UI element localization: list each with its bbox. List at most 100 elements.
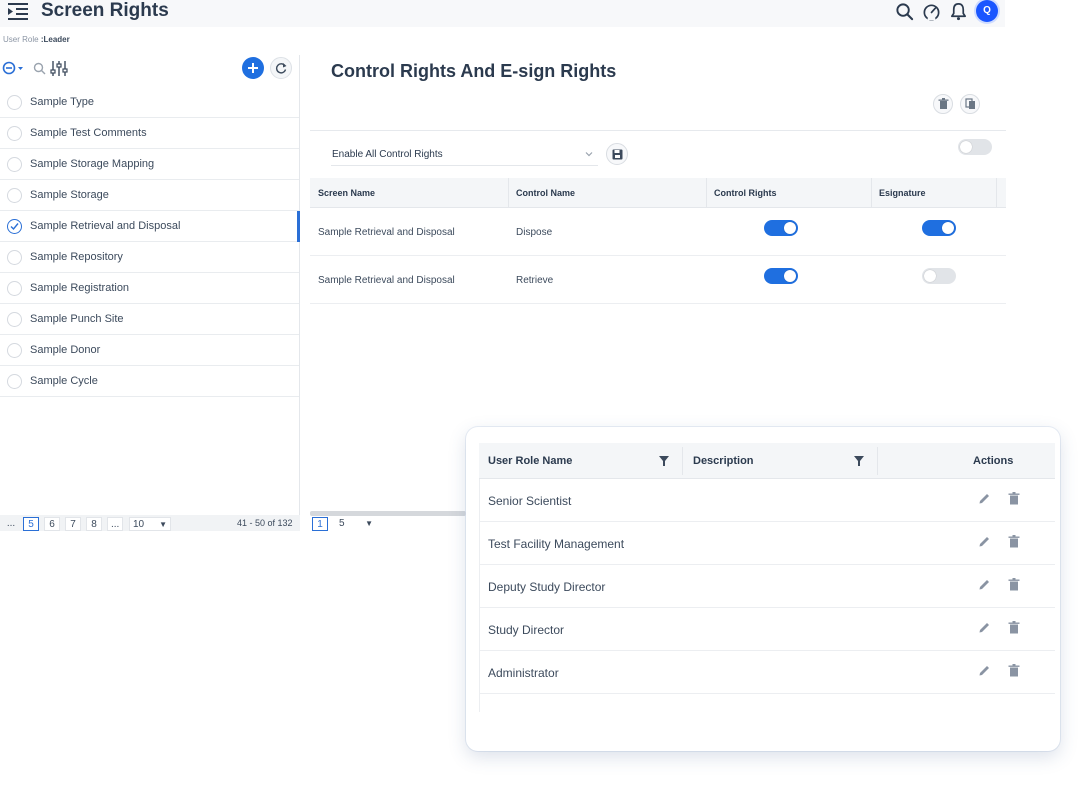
copy-icon [965,98,975,109]
radio[interactable] [7,188,22,203]
cell-user-role-name: Administrator [488,666,559,680]
list-item[interactable]: Sample Registration [0,273,299,304]
enable-control-rights-select[interactable]: Enable All Control Rights [331,148,598,166]
trash-icon[interactable] [1008,492,1020,505]
col-esignature: Esignature [879,188,926,198]
edit-pencil-icon[interactable] [978,621,991,634]
radio-checked[interactable] [7,219,22,234]
edit-pencil-icon[interactable] [978,535,991,548]
radio[interactable] [7,374,22,389]
radio[interactable] [7,157,22,172]
col-user-role-name: User Role Name [488,455,573,467]
pager-page-current[interactable]: 1 [312,517,328,531]
radio[interactable] [7,250,22,265]
trash-icon [938,98,949,109]
list-item-label: Sample Cycle [30,375,98,387]
enable-all-toggle[interactable] [958,139,992,155]
app-title: Screen Rights [41,0,169,21]
edit-pencil-icon[interactable] [978,664,991,677]
radio[interactable] [7,343,22,358]
cell-user-role-name: Study Director [488,623,565,637]
esignature-toggle[interactable] [922,220,956,236]
add-button[interactable] [242,57,264,79]
trash-icon[interactable] [1008,535,1020,548]
column-divider [871,178,872,208]
pager-page[interactable]: 6 [44,517,60,531]
delete-button[interactable] [933,94,953,114]
column-divider [508,178,509,208]
cell-user-role-name: Deputy Study Director [488,580,606,594]
list-item[interactable]: Sample Storage [0,180,299,211]
list-item-label: Sample Storage Mapping [30,158,155,170]
copy-button[interactable] [960,94,980,114]
pager-range: 41 - 50 of 132 [237,518,293,528]
list-item[interactable]: Sample Test Comments [0,118,299,149]
page-size-select[interactable]: 5 ▼ [336,517,376,531]
search-icon[interactable] [895,2,914,21]
radio[interactable] [7,312,22,327]
page-size-select[interactable]: 10 ▼ [129,517,171,531]
list-item-label: Sample Type [30,96,95,108]
table-header: Screen Name Control Name Control Rights … [310,178,1006,208]
list-item[interactable]: Sample Storage Mapping [0,149,299,180]
list-item-selected[interactable]: Sample Retrieval and Disposal [0,211,300,242]
list-item[interactable]: Sample Punch Site [0,304,299,335]
pager-page[interactable]: 7 [65,517,81,531]
save-icon [612,149,623,160]
filter-icon[interactable] [854,456,864,466]
column-divider [996,178,997,208]
radio[interactable] [7,95,22,110]
pager-ellipsis[interactable]: ... [3,517,19,531]
chevron-down-icon [585,152,593,157]
column-divider [706,178,707,208]
col-control-rights: Control Rights [714,188,777,198]
caret-down-icon: ▼ [159,520,167,529]
speedometer-icon[interactable] [922,2,941,21]
control-rights-table: Screen Name Control Name Control Rights … [310,178,1006,304]
cell-screen-name: Sample Retrieval and Disposal [318,227,455,238]
esignature-toggle[interactable] [922,268,956,284]
bell-icon[interactable] [949,2,968,21]
plus-icon [248,63,258,73]
trash-icon[interactable] [1008,578,1020,591]
refresh-button[interactable] [270,57,292,79]
horizontal-scrollbar[interactable] [310,511,466,516]
menu-toggle-icon[interactable] [8,2,30,20]
list-item[interactable]: Sample Type [0,87,299,118]
table-row: Administrator [479,651,1055,694]
search-icon[interactable] [33,62,46,75]
table-row: Deputy Study Director [479,565,1055,608]
trash-icon[interactable] [1008,621,1020,634]
filter-icon[interactable] [659,456,669,466]
page-size-value: 10 [133,519,145,530]
collapse-dropdown-icon[interactable] [2,61,26,75]
page-size-value: 5 [339,518,345,529]
list-item-label: Sample Repository [30,251,123,263]
cell-screen-name: Sample Retrieval and Disposal [318,275,455,286]
breadcrumb: User Role :Leader [3,35,70,44]
screen-list-toolbar [0,55,300,82]
control-rights-toggle[interactable] [764,268,798,284]
list-item[interactable]: Sample Donor [0,335,299,366]
table-header: User Role Name Description Actions [479,443,1055,479]
edit-pencil-icon[interactable] [978,492,991,505]
user-avatar[interactable]: Q [976,0,998,22]
radio[interactable] [7,126,22,141]
filter-sliders-icon[interactable] [50,60,68,77]
list-item-label: Sample Punch Site [30,313,124,325]
table-row: Test Facility Management [479,522,1055,565]
radio[interactable] [7,281,22,296]
trash-icon[interactable] [1008,664,1020,677]
pager-page[interactable]: 8 [86,517,102,531]
col-description: Description [693,455,754,467]
select-value: Enable All Control Rights [332,149,443,160]
save-button[interactable] [606,143,628,165]
list-item[interactable]: Sample Cycle [0,366,299,397]
edit-pencil-icon[interactable] [978,578,991,591]
list-item[interactable]: Sample Repository [0,242,299,273]
control-rights-toggle[interactable] [764,220,798,236]
pager-page-current[interactable]: 5 [23,517,39,531]
pager-ellipsis[interactable]: ... [107,517,124,531]
cell-control-name: Dispose [516,227,553,238]
control-rights-pager: 1 5 ▼ [310,517,470,531]
